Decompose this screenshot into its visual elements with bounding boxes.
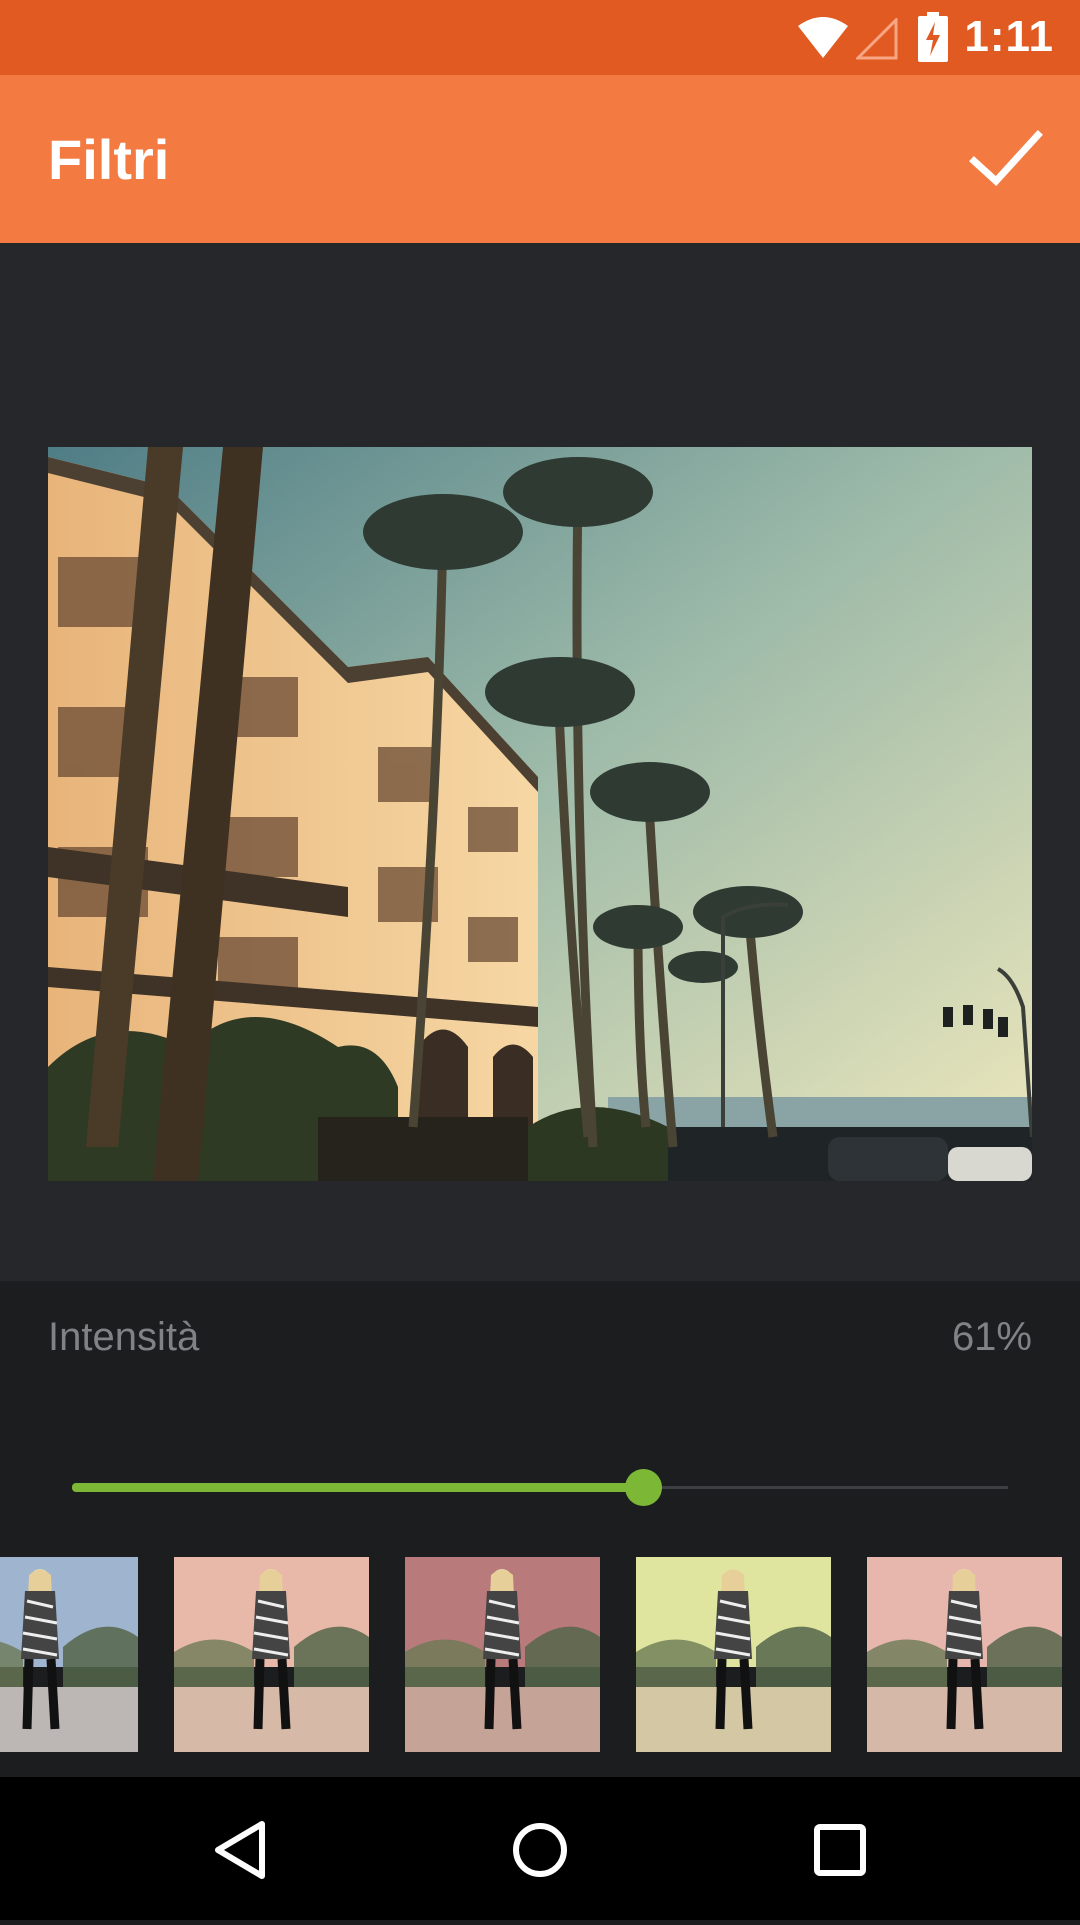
slider-fill bbox=[72, 1483, 643, 1492]
status-time: 1:11 bbox=[964, 12, 1054, 61]
home-button[interactable] bbox=[470, 1777, 610, 1920]
wifi-icon bbox=[796, 14, 850, 65]
intensity-controls: Intensità 61% bbox=[0, 1281, 1080, 1537]
filter-thumb-2[interactable] bbox=[174, 1557, 369, 1752]
home-icon bbox=[470, 1823, 610, 1924]
intensity-label: Intensità bbox=[48, 1315, 200, 1359]
recents-icon bbox=[770, 1824, 910, 1924]
filter-thumb-3[interactable] bbox=[405, 1557, 600, 1752]
filter-thumb-1[interactable] bbox=[0, 1557, 138, 1752]
filter-thumb-5[interactable] bbox=[867, 1557, 1062, 1752]
intensity-value: 61% bbox=[951, 1315, 1032, 1359]
check-icon bbox=[968, 130, 1044, 195]
recents-button[interactable] bbox=[770, 1777, 910, 1920]
cell-signal-icon bbox=[854, 16, 900, 65]
back-button[interactable] bbox=[170, 1777, 310, 1920]
battery-charging-icon bbox=[918, 12, 948, 67]
app-bar: Filtri bbox=[0, 75, 1080, 243]
preview-area bbox=[0, 243, 1080, 1281]
filter-thumb-4[interactable] bbox=[636, 1557, 831, 1752]
status-bar: 1:11 bbox=[0, 0, 1080, 75]
intensity-slider[interactable] bbox=[72, 1469, 1008, 1506]
filter-strip[interactable] bbox=[0, 1537, 1080, 1777]
confirm-button[interactable] bbox=[968, 127, 1044, 191]
back-icon bbox=[170, 1821, 310, 1924]
photo-preview bbox=[48, 447, 1032, 1181]
nav-bar bbox=[0, 1777, 1080, 1920]
page-title: Filtri bbox=[48, 128, 170, 191]
slider-thumb[interactable] bbox=[624, 1469, 662, 1506]
